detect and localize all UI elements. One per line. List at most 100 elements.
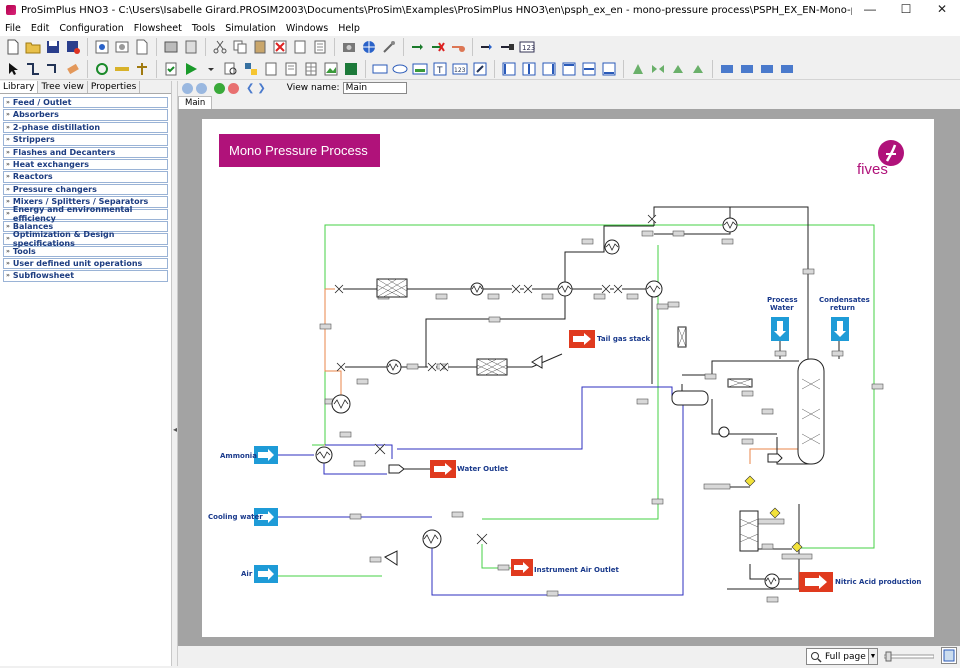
spec-tag[interactable] (757, 518, 785, 525)
back-icon[interactable] (182, 82, 193, 94)
stream-tag[interactable] (593, 293, 606, 300)
stream-tag[interactable] (761, 543, 774, 550)
instrument-air-stream[interactable] (481, 544, 512, 569)
image-icon[interactable] (322, 60, 340, 78)
minimize-button[interactable]: — (852, 0, 888, 20)
balance-icon[interactable] (133, 60, 151, 78)
library-category[interactable]: » Energy and environmental efficiency (3, 205, 168, 223)
add-view-icon[interactable] (214, 82, 225, 94)
heat-exchanger[interactable] (422, 529, 442, 549)
save-icon[interactable] (44, 38, 62, 56)
orange-stream[interactable] (324, 289, 342, 404)
globe-icon[interactable] (360, 38, 378, 56)
send-back-icon[interactable] (778, 60, 796, 78)
layer-down-icon[interactable] (738, 60, 756, 78)
check-icon[interactable] (162, 60, 180, 78)
stream-tag[interactable] (353, 460, 366, 467)
stream-tag[interactable] (488, 316, 501, 323)
properties-icon[interactable] (311, 38, 329, 56)
stream-tag[interactable] (656, 303, 669, 310)
heat-exchanger[interactable] (386, 359, 402, 375)
stream-tag[interactable] (487, 293, 500, 300)
run-stream-icon[interactable] (478, 38, 496, 56)
expand-chevron-icon[interactable]: » (6, 247, 10, 257)
menu-tools[interactable]: Tools (187, 23, 220, 34)
menu-configuration[interactable]: Configuration (54, 23, 128, 34)
recycle-icon[interactable] (93, 60, 111, 78)
expand-chevron-icon[interactable]: » (6, 209, 10, 219)
library-category[interactable]: » Heat exchangers (3, 158, 168, 171)
heat-exchanger[interactable] (557, 281, 573, 297)
expand-chevron-icon[interactable]: » (6, 172, 10, 182)
page-icon[interactable] (133, 38, 151, 56)
expand-chevron-icon[interactable]: » (6, 110, 10, 120)
new-file-icon[interactable] (4, 38, 22, 56)
pump[interactable] (718, 426, 730, 438)
splitter-grip-icon[interactable]: ◂ (173, 425, 177, 437)
expand-chevron-icon[interactable]: » (6, 148, 10, 158)
library-category[interactable]: » Pressure changers (3, 183, 168, 196)
tab-library[interactable]: Library (0, 81, 39, 93)
report-icon[interactable] (282, 60, 300, 78)
fit-view-icon[interactable] (941, 647, 957, 664)
stream-tag[interactable] (704, 373, 717, 380)
expand-chevron-icon[interactable]: » (6, 259, 10, 269)
stream-tag[interactable] (831, 350, 844, 357)
rectangle-tool-icon[interactable] (371, 60, 389, 78)
bleacher-column[interactable] (739, 510, 759, 552)
doc-icon[interactable] (262, 60, 280, 78)
mixer-node[interactable] (767, 453, 783, 463)
eraser-icon[interactable] (64, 60, 82, 78)
heat-exchanger[interactable] (331, 394, 351, 414)
stream-tag[interactable] (497, 564, 510, 571)
mixer[interactable] (334, 284, 344, 294)
database-icon[interactable] (162, 38, 180, 56)
stream-tag[interactable] (349, 513, 362, 520)
number-format-icon[interactable]: 123 (518, 38, 536, 56)
save-as-icon[interactable] (64, 38, 82, 56)
heat-loop-line[interactable] (654, 207, 731, 235)
stop-stream-icon[interactable] (498, 38, 516, 56)
stream-tag[interactable] (546, 590, 559, 597)
text-tool-icon[interactable]: T (431, 60, 449, 78)
flip-icon[interactable] (629, 60, 647, 78)
menu-flowsheet[interactable]: Flowsheet (129, 23, 187, 34)
stream-tag[interactable] (761, 408, 774, 415)
valve[interactable] (336, 362, 346, 372)
valve[interactable] (647, 214, 657, 224)
stream-tag[interactable] (356, 378, 369, 385)
spec-tag[interactable] (703, 483, 731, 490)
pointer-icon[interactable] (4, 60, 22, 78)
menu-file[interactable]: File (0, 23, 26, 34)
spec-diamond[interactable] (769, 507, 781, 519)
tab-properties[interactable]: Properties (88, 81, 141, 93)
stream-tag[interactable] (667, 301, 680, 308)
add-stream-icon[interactable] (409, 38, 427, 56)
stream-tag[interactable] (451, 511, 464, 518)
library-category[interactable]: » Strippers (3, 134, 168, 146)
spec-tag[interactable] (781, 553, 813, 560)
menu-edit[interactable]: Edit (26, 23, 54, 34)
library-category[interactable]: » Absorbers (3, 109, 168, 121)
cooler-condenser[interactable] (671, 390, 709, 406)
run-simulation-icon[interactable] (182, 60, 200, 78)
pipe-icon[interactable] (113, 60, 131, 78)
forward-icon[interactable] (196, 82, 207, 94)
remove-stream-icon[interactable] (429, 38, 447, 56)
stream-tag[interactable] (435, 293, 448, 300)
zoom-dropdown-chevron-icon[interactable]: ▼ (868, 648, 878, 665)
stream-tag[interactable] (581, 238, 594, 245)
library-category[interactable]: » User defined unit operations (3, 258, 168, 270)
library-category[interactable]: » Optimization & Design specifications (3, 230, 168, 248)
align-center-icon[interactable] (520, 60, 538, 78)
expand-chevron-icon[interactable]: » (6, 234, 10, 244)
stream-tag[interactable] (636, 398, 649, 405)
stream-tag[interactable] (651, 498, 664, 505)
expand-chevron-icon[interactable]: » (6, 197, 10, 207)
stream-tag[interactable] (802, 268, 815, 275)
rotate-right-icon[interactable] (689, 60, 707, 78)
stream-tag[interactable] (672, 230, 685, 237)
clipboard-icon[interactable] (182, 38, 200, 56)
maximize-button[interactable]: ☐ (888, 0, 924, 20)
view-name-input[interactable] (342, 82, 407, 94)
